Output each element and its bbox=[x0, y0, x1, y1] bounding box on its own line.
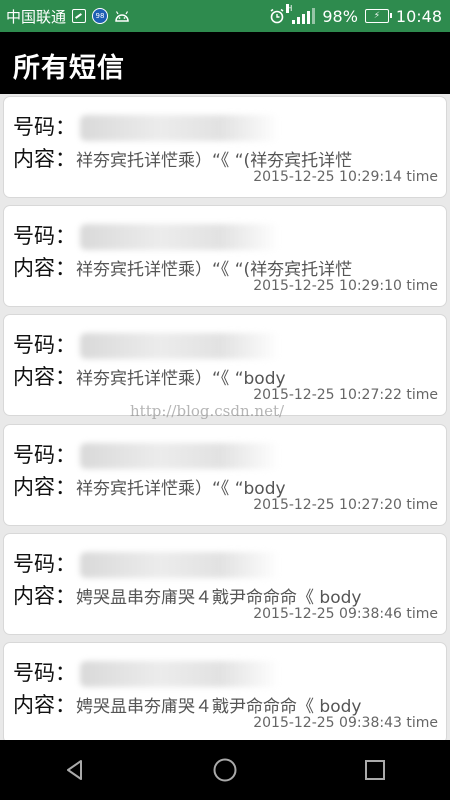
battery-icon: ⚡ bbox=[364, 9, 392, 23]
message-body: 祥夯宾托详恾乘）“《 “body bbox=[76, 369, 286, 389]
message-time: 2015-12-25 10:27:22 time bbox=[253, 387, 438, 403]
number-label: 号码： bbox=[13, 333, 76, 357]
signal-icon: H bbox=[286, 4, 316, 24]
content-label: 内容： bbox=[13, 365, 76, 389]
message-time: 2015-12-25 09:38:46 time bbox=[253, 606, 438, 622]
number-row: 号码： bbox=[13, 329, 280, 359]
redacted-number bbox=[80, 224, 280, 250]
message-body: 娉哭昷串夯庯哭４戭尹命命命《 body bbox=[76, 588, 362, 608]
alarm-icon bbox=[270, 8, 284, 24]
message-body: 祥夯宾托详恾乘）“《 “(祥夯宾托详恾 bbox=[76, 151, 353, 171]
back-button[interactable] bbox=[55, 750, 95, 790]
back-triangle-icon bbox=[67, 760, 82, 780]
message-body: 祥夯宾托详恾乘）“《 “body bbox=[76, 479, 286, 499]
screenshot-icon bbox=[72, 9, 87, 23]
number-label: 号码： bbox=[13, 224, 76, 248]
network-type: H bbox=[286, 4, 293, 13]
message-time: 2015-12-25 09:38:43 time bbox=[253, 715, 438, 731]
navigation-bar bbox=[0, 740, 450, 800]
recent-apps-button[interactable] bbox=[355, 750, 395, 790]
number-label: 号码： bbox=[13, 443, 76, 467]
redacted-number bbox=[80, 552, 280, 578]
app-badge-icon: 98 bbox=[92, 8, 109, 24]
number-label: 号码： bbox=[13, 115, 76, 139]
page-title: 所有短信 bbox=[13, 53, 125, 84]
number-label: 号码： bbox=[13, 661, 76, 685]
number-row: 号码： bbox=[13, 439, 280, 469]
number-row: 号码： bbox=[13, 111, 280, 141]
number-row: 号码： bbox=[13, 657, 280, 687]
content-label: 内容： bbox=[13, 584, 76, 608]
content-label: 内容： bbox=[13, 256, 76, 280]
message-body: 祥夯宾托详恾乘）“《 “(祥夯宾托详恾 bbox=[76, 260, 353, 280]
carrier-label: 中国联通 bbox=[6, 7, 67, 26]
recent-square-icon bbox=[365, 760, 385, 780]
clock: 10:48 bbox=[395, 6, 442, 26]
content-label: 内容： bbox=[13, 147, 76, 171]
content-row: 内容：祥夯宾托详恾乘）“《 “body bbox=[13, 361, 286, 391]
content-label: 内容： bbox=[13, 693, 76, 717]
home-button[interactable] bbox=[205, 750, 245, 790]
message-card[interactable]: 号码： 内容：祥夯宾托详恾乘）“《 “(祥夯宾托详恾 2015-12-25 10… bbox=[3, 205, 447, 307]
redacted-number bbox=[80, 115, 280, 141]
home-circle-icon bbox=[213, 758, 237, 782]
message-time: 2015-12-25 10:29:10 time bbox=[253, 278, 438, 294]
message-card[interactable]: 号码： 内容：祥夯宾托详恾乘）“《 “(祥夯宾托详恾 2015-12-25 10… bbox=[3, 96, 447, 198]
message-card[interactable]: 号码： 内容：娉哭昷串夯庯哭４戭尹命命命《 body 2015-12-25 09… bbox=[3, 642, 447, 740]
message-time: 2015-12-25 10:27:20 time bbox=[253, 497, 438, 513]
message-card[interactable]: 号码： 内容：祥夯宾托详恾乘）“《 “body 2015-12-25 10:27… bbox=[3, 424, 447, 526]
message-card[interactable]: 号码： 内容：娉哭昷串夯庯哭４戭尹命命命《 body 2015-12-25 09… bbox=[3, 533, 447, 635]
content-label: 内容： bbox=[13, 475, 76, 499]
battery-percent: 98% bbox=[322, 6, 358, 26]
app-bar: 所有短信 bbox=[0, 32, 450, 94]
message-time: 2015-12-25 10:29:14 time bbox=[253, 169, 438, 185]
message-list[interactable]: 号码： 内容：祥夯宾托详恾乘）“《 “(祥夯宾托详恾 2015-12-25 10… bbox=[0, 96, 450, 740]
message-card[interactable]: 号码： 内容：祥夯宾托详恾乘）“《 “body 2015-12-25 10:27… bbox=[3, 314, 447, 416]
redacted-number bbox=[80, 661, 280, 687]
message-body: 娉哭昷串夯庯哭４戭尹命命命《 body bbox=[76, 697, 362, 717]
redacted-number bbox=[80, 443, 280, 469]
number-row: 号码： bbox=[13, 548, 280, 578]
number-row: 号码： bbox=[13, 220, 280, 250]
redacted-number bbox=[80, 333, 280, 359]
android-icon bbox=[115, 11, 129, 22]
content-row: 内容：祥夯宾托详恾乘）“《 “body bbox=[13, 471, 286, 501]
number-label: 号码： bbox=[13, 552, 76, 576]
status-bar: 中国联通 98 H 98% ⚡ 10:48 bbox=[0, 0, 450, 32]
